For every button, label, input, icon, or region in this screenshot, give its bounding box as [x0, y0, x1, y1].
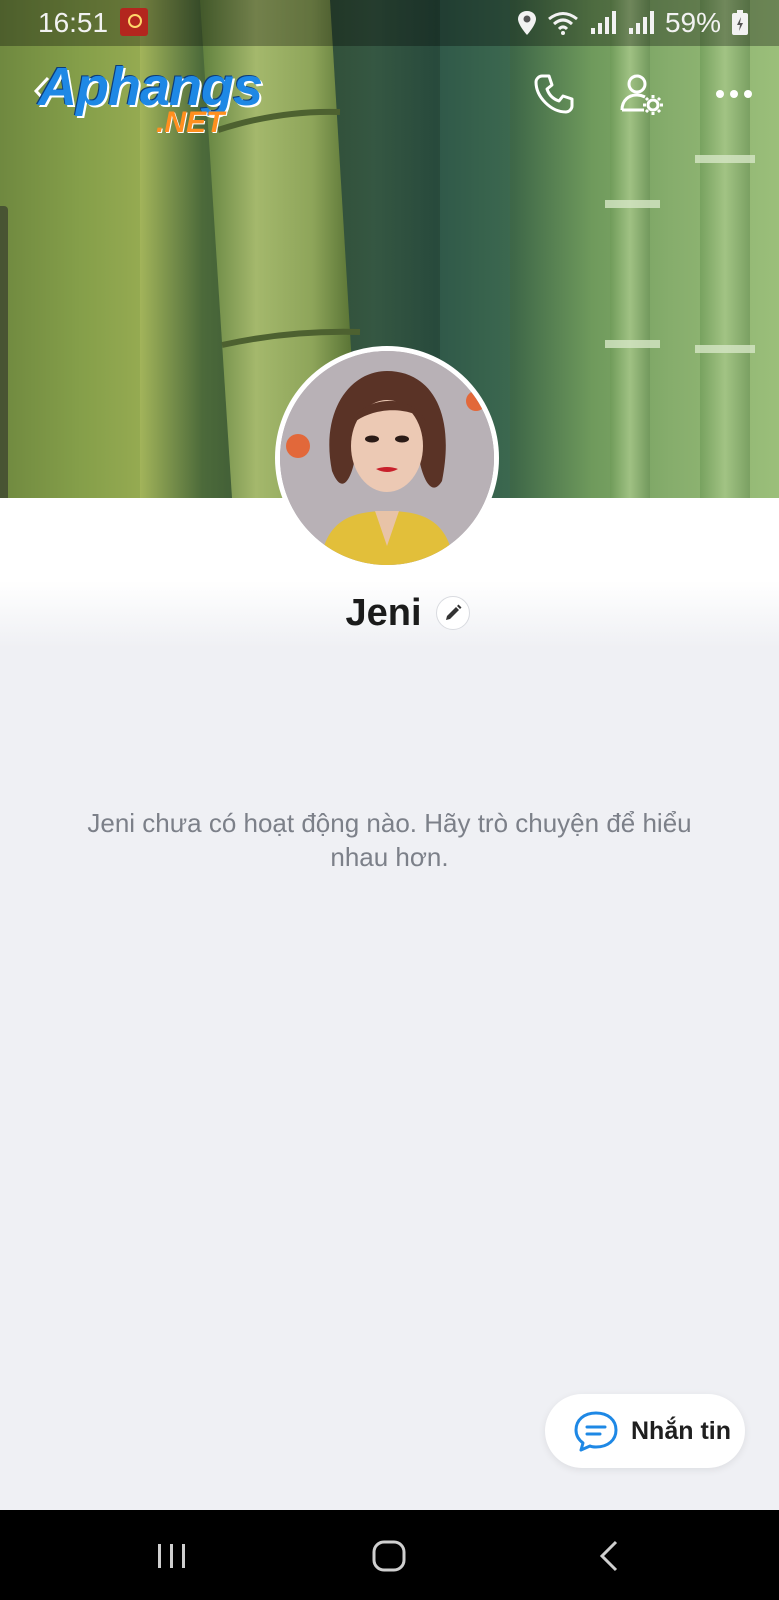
- more-icon: [716, 90, 752, 98]
- user-settings-icon: [620, 74, 663, 115]
- system-back-button[interactable]: [590, 1538, 630, 1574]
- battery-icon: [732, 10, 748, 35]
- wifi-icon: [548, 12, 578, 35]
- edge-panel-handle[interactable]: [0, 206, 8, 512]
- avatar[interactable]: [275, 346, 499, 570]
- profile-screen: 16:51 59% Aphangs .NET Jeni Jeni chưa có…: [0, 0, 779, 1600]
- chat-icon: [574, 1411, 618, 1452]
- battery-percentage: 59%: [664, 7, 721, 38]
- status-bar: 16:51 59%: [0, 0, 779, 46]
- profile-name: Jeni: [345, 591, 422, 634]
- signal-icon: [590, 11, 616, 34]
- pencil-icon: [445, 604, 462, 620]
- call-button[interactable]: [530, 70, 578, 118]
- more-options-button[interactable]: [710, 70, 758, 118]
- profile-header: Aphangs .NET: [0, 50, 779, 140]
- home-icon: [372, 1540, 406, 1572]
- system-navigation-bar: [0, 1510, 779, 1600]
- notification-app-icon: [120, 8, 148, 36]
- edit-name-button[interactable]: [435, 596, 470, 630]
- signal-icon-2: [628, 11, 654, 34]
- empty-activity-message: Jeni chưa có hoạt động nào. Hãy trò chuy…: [87, 808, 692, 872]
- status-time: 16:51: [38, 7, 109, 38]
- message-button[interactable]: Nhắn tin: [545, 1394, 745, 1468]
- chevron-left-icon: [599, 1540, 618, 1572]
- recents-icon: [158, 1544, 185, 1568]
- logo-text: Aphangs: [38, 57, 263, 117]
- home-button[interactable]: [369, 1538, 409, 1574]
- recents-button[interactable]: [152, 1538, 192, 1574]
- phone-icon: [534, 74, 574, 114]
- status-indicators: 59%: [517, 7, 749, 39]
- user-settings-button[interactable]: [618, 70, 666, 118]
- message-button-label: Nhắn tin: [631, 1416, 731, 1445]
- profile-name-row: Jeni: [0, 585, 779, 641]
- location-icon: [517, 11, 536, 35]
- logo-suffix: .NET: [156, 106, 225, 139]
- watermark-logo: Aphangs .NET: [38, 56, 278, 146]
- avatar-photo: [280, 351, 494, 565]
